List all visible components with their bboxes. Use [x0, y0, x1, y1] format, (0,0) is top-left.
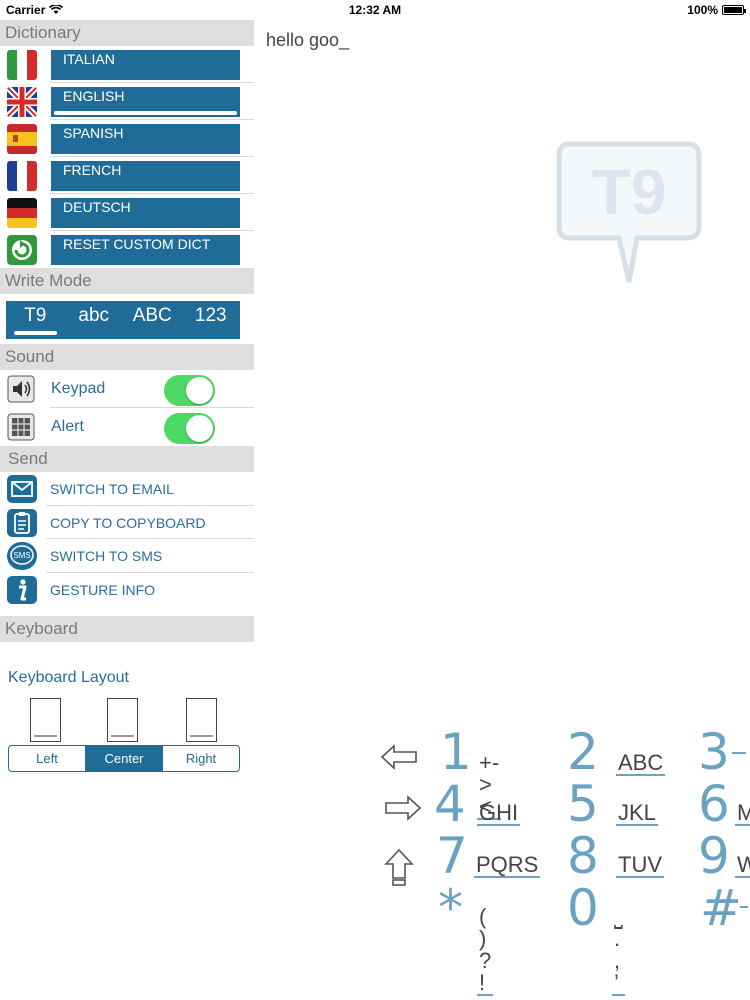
- dict-button-reset[interactable]: RESET CUSTOM DICT: [51, 235, 240, 265]
- toggle-knob: [186, 415, 213, 442]
- write-mode-t9-label: T9: [24, 305, 47, 326]
- send-copy-label: COPY TO COPYBOARD: [50, 514, 206, 531]
- key-9-letters: W: [735, 854, 750, 878]
- keyboard-layout-segmented-control: Left Center Right: [8, 745, 240, 772]
- dict-row-english[interactable]: ENGLISH: [0, 83, 254, 120]
- key-4-letters: GHI: [477, 800, 521, 826]
- keyboard-layout-title: Keyboard Layout: [8, 669, 129, 686]
- battery-icon: [722, 5, 746, 15]
- send-sms-label: SWITCH TO SMS: [50, 548, 163, 564]
- clock: 12:32 AM: [348, 3, 402, 17]
- write-mode-selector: T9 abc ABC 123: [0, 294, 254, 344]
- gesture-info-row[interactable]: GESTURE INFO: [0, 573, 254, 607]
- status-bar: Carrier 12:32 AM 100%: [0, 0, 750, 20]
- dict-button-spanish[interactable]: SPANISH: [51, 124, 240, 154]
- selected-indicator: [54, 111, 237, 115]
- key-star-letters: ( ) ? !: [477, 904, 494, 996]
- key-7-digit[interactable]: 7: [436, 827, 468, 885]
- key-4-digit[interactable]: 4: [434, 775, 466, 833]
- key-hash-letters: [740, 906, 748, 908]
- write-mode-ABC[interactable]: ABC: [123, 301, 182, 339]
- key-8-digit[interactable]: 8: [567, 827, 599, 885]
- key-2-letters: ABC: [616, 750, 666, 776]
- dict-row-deutsch[interactable]: DEUTSCH: [0, 194, 254, 231]
- layout-left-preview: [30, 698, 61, 742]
- key-3-digit[interactable]: 3: [698, 723, 730, 781]
- key-5-digit[interactable]: 5: [567, 775, 599, 833]
- key-9-digit[interactable]: 9: [698, 827, 730, 885]
- keypad-sound-toggle[interactable]: [164, 375, 215, 406]
- battery-status: 100%: [687, 3, 746, 17]
- key-3-letters: [732, 752, 746, 754]
- sound-keypad-label: Keypad: [51, 380, 106, 397]
- layout-right-preview: [186, 698, 217, 742]
- send-sms-row[interactable]: SMS SWITCH TO SMS: [0, 539, 254, 573]
- shift-arrow-icon[interactable]: [384, 848, 414, 888]
- dict-row-italian[interactable]: ITALIAN: [0, 46, 254, 83]
- reset-icon: [7, 235, 37, 265]
- germany-flag-icon: [7, 198, 37, 228]
- section-sound: Sound: [0, 344, 254, 370]
- key-star-digit[interactable]: *: [438, 879, 463, 937]
- sms-icon-text: SMS: [13, 551, 30, 560]
- text-editor[interactable]: hello goo_: [266, 30, 349, 51]
- t9-logo-icon: T9: [556, 141, 702, 283]
- sms-icon: SMS: [7, 542, 37, 570]
- key-2-digit[interactable]: 2: [567, 723, 599, 781]
- layout-center-preview: [107, 698, 138, 742]
- section-write-mode: Write Mode: [0, 268, 254, 294]
- uk-flag-icon: [7, 87, 37, 117]
- battery-percent: 100%: [687, 3, 718, 17]
- email-icon: [7, 475, 37, 503]
- sound-row-keypad: Keypad: [0, 370, 254, 408]
- key-5-letters: JKL: [616, 800, 658, 826]
- key-0-letters: ⎵ . , ’: [612, 904, 625, 996]
- dict-button-deutsch[interactable]: DEUTSCH: [51, 198, 240, 228]
- key-6-digit[interactable]: 6: [698, 775, 730, 833]
- italy-flag-icon: [7, 50, 37, 80]
- spain-flag-icon: [7, 124, 37, 154]
- dict-row-spanish[interactable]: SPANISH: [0, 120, 254, 157]
- section-keyboard: Keyboard: [0, 616, 254, 642]
- dict-button-italian[interactable]: ITALIAN: [51, 50, 240, 80]
- info-icon: [7, 575, 37, 604]
- dict-label-english: ENGLISH: [63, 88, 125, 104]
- send-copy-row[interactable]: COPY TO COPYBOARD: [0, 506, 254, 539]
- key-1-digit[interactable]: 1: [440, 723, 472, 781]
- write-mode-123[interactable]: 123: [182, 301, 241, 339]
- key-hash-digit[interactable]: #: [700, 879, 742, 937]
- dict-row-french[interactable]: FRENCH: [0, 157, 254, 194]
- write-mode-abc[interactable]: abc: [65, 301, 124, 339]
- selected-indicator: [14, 331, 57, 335]
- clipboard-icon: [7, 508, 37, 537]
- section-dictionary: Dictionary: [0, 20, 254, 46]
- send-email-label: SWITCH TO EMAIL: [50, 481, 174, 497]
- dict-button-french[interactable]: FRENCH: [51, 161, 240, 191]
- alert-sound-toggle[interactable]: [164, 413, 215, 444]
- layout-right-button[interactable]: Right: [163, 746, 239, 771]
- settings-sidebar: Dictionary ITALIAN ENGLISH SPANISH FRENC…: [0, 20, 254, 642]
- left-arrow-icon[interactable]: [380, 742, 420, 772]
- dict-button-english[interactable]: ENGLISH: [51, 87, 240, 117]
- alert-icon: [7, 413, 35, 441]
- key-8-letters: TUV: [616, 852, 664, 878]
- layout-center-button[interactable]: Center: [86, 746, 163, 771]
- key-7-letters: PQRS: [474, 852, 541, 878]
- speaker-icon: [7, 375, 35, 403]
- logo-text: T9: [592, 156, 667, 228]
- layout-left-button[interactable]: Left: [9, 746, 86, 771]
- write-mode-t9[interactable]: T9: [6, 301, 65, 339]
- gesture-info-label: GESTURE INFO: [50, 581, 156, 598]
- section-send: Send: [0, 446, 254, 472]
- right-arrow-icon[interactable]: [382, 793, 422, 823]
- sound-alert-label: Alert: [51, 418, 84, 435]
- key-0-digit[interactable]: 0: [567, 879, 599, 937]
- france-flag-icon: [7, 161, 37, 191]
- send-email-row[interactable]: SWITCH TO EMAIL: [0, 472, 254, 506]
- toggle-knob: [186, 377, 213, 404]
- sound-row-alert: Alert: [0, 408, 254, 446]
- dict-row-reset[interactable]: RESET CUSTOM DICT: [0, 231, 254, 268]
- key-6-letters: M: [735, 802, 750, 826]
